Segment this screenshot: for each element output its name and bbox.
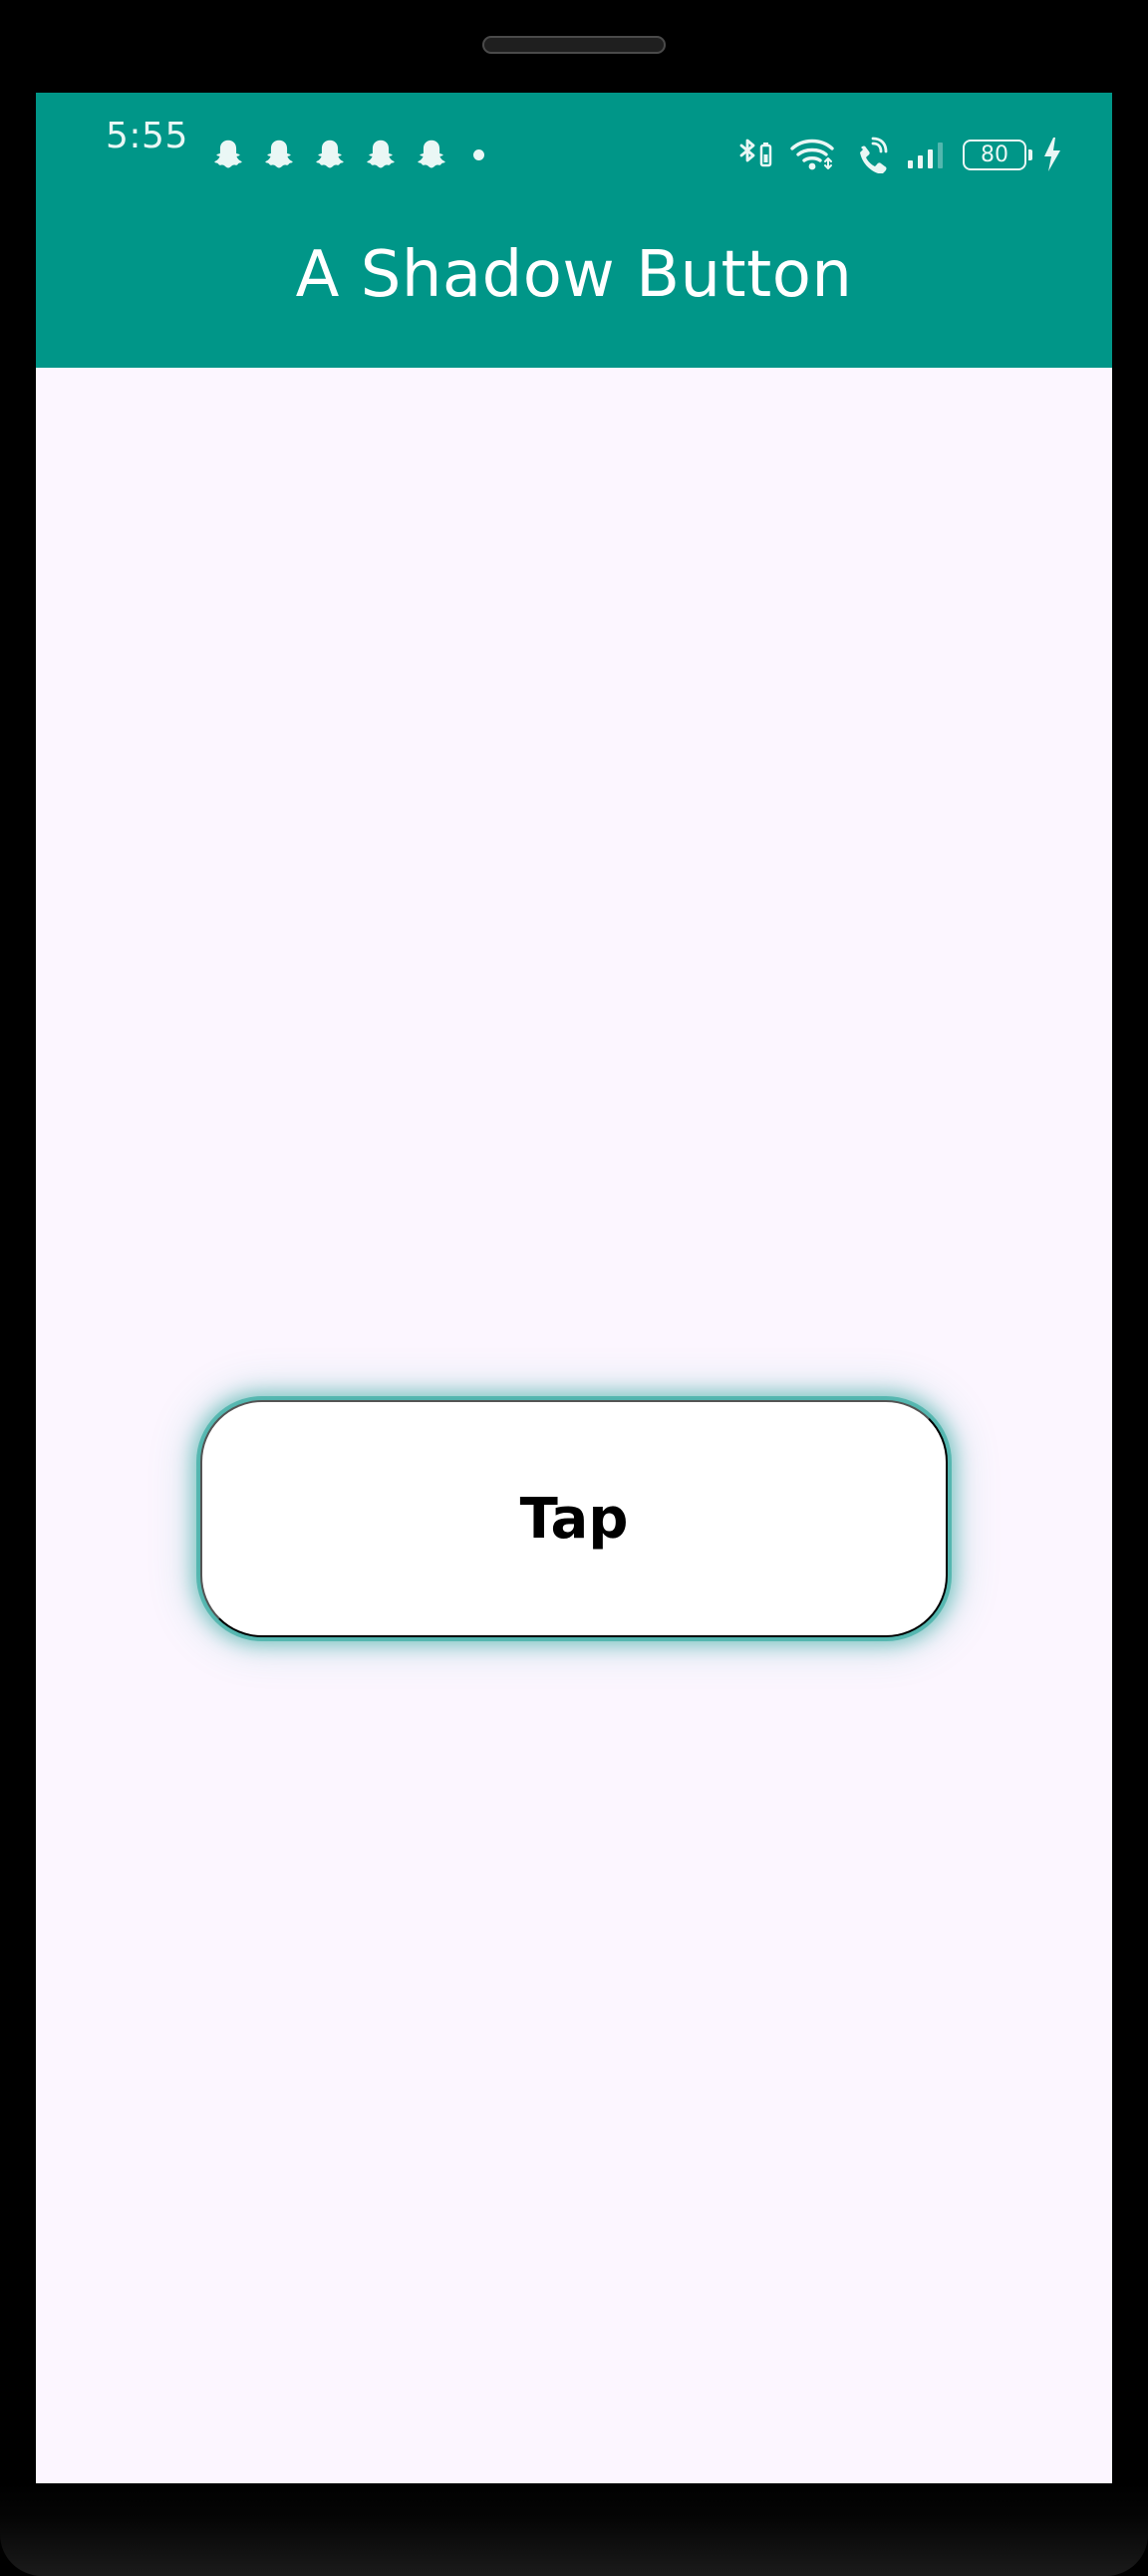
wifi-calling-icon <box>860 137 888 173</box>
phone-frame: 5:55 80 A Shadow Button Tap <box>0 0 1148 2576</box>
wifi-icon <box>790 139 834 170</box>
bluetooth-battery-icon <box>739 139 772 167</box>
status-bar: 5:55 80 <box>36 93 1112 183</box>
snapchat-icon <box>265 140 293 168</box>
snapchat-icon <box>367 140 395 168</box>
main-content: Tap <box>36 368 1112 2483</box>
bottom-bezel <box>0 2483 1148 2576</box>
notification-icons <box>209 135 484 174</box>
page-title: A Shadow Button <box>295 237 853 312</box>
snapchat-icon <box>316 140 344 168</box>
system-status-icons: 80 <box>737 136 1062 173</box>
earpiece-speaker <box>482 36 666 54</box>
cellular-signal-icon <box>908 143 943 168</box>
dot-icon <box>473 148 484 160</box>
battery-level: 80 <box>981 142 1008 167</box>
status-time: 5:55 <box>106 116 188 156</box>
app-screen: 5:55 80 A Shadow Button Tap <box>36 93 1112 2483</box>
snapchat-icon <box>418 140 445 168</box>
snapchat-icon <box>214 140 242 168</box>
app-bar: A Shadow Button <box>36 183 1112 368</box>
charging-bolt-icon <box>1044 138 1060 171</box>
battery-icon: 80 <box>963 139 1032 170</box>
tap-button[interactable]: Tap <box>200 1400 948 1637</box>
